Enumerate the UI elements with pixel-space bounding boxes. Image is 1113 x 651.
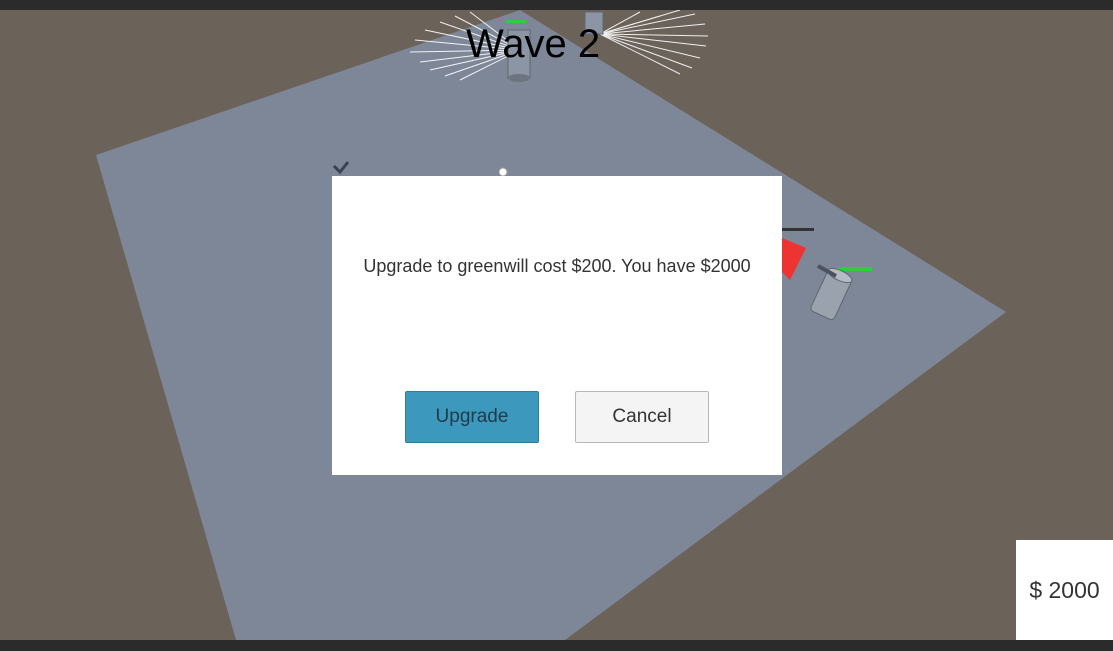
wave-title: Wave 2 [465, 22, 601, 66]
dialog-message: Upgrade to greenwill cost $200. You have… [363, 256, 751, 276]
cancel-button[interactable]: Cancel [575, 391, 709, 443]
game-viewport[interactable]: Wave 2 Upgrade to greenwill cost $200. Y… [0, 10, 1113, 640]
bottom-bar [0, 640, 1113, 651]
money-display: $ 2000 [1016, 540, 1113, 640]
health-bar [782, 228, 814, 231]
upgrade-button[interactable]: Upgrade [405, 391, 539, 443]
health-bar [838, 267, 872, 271]
unit-marker[interactable] [498, 167, 508, 177]
upgrade-dialog: Upgrade to greenwill cost $200. You have… [332, 176, 782, 475]
